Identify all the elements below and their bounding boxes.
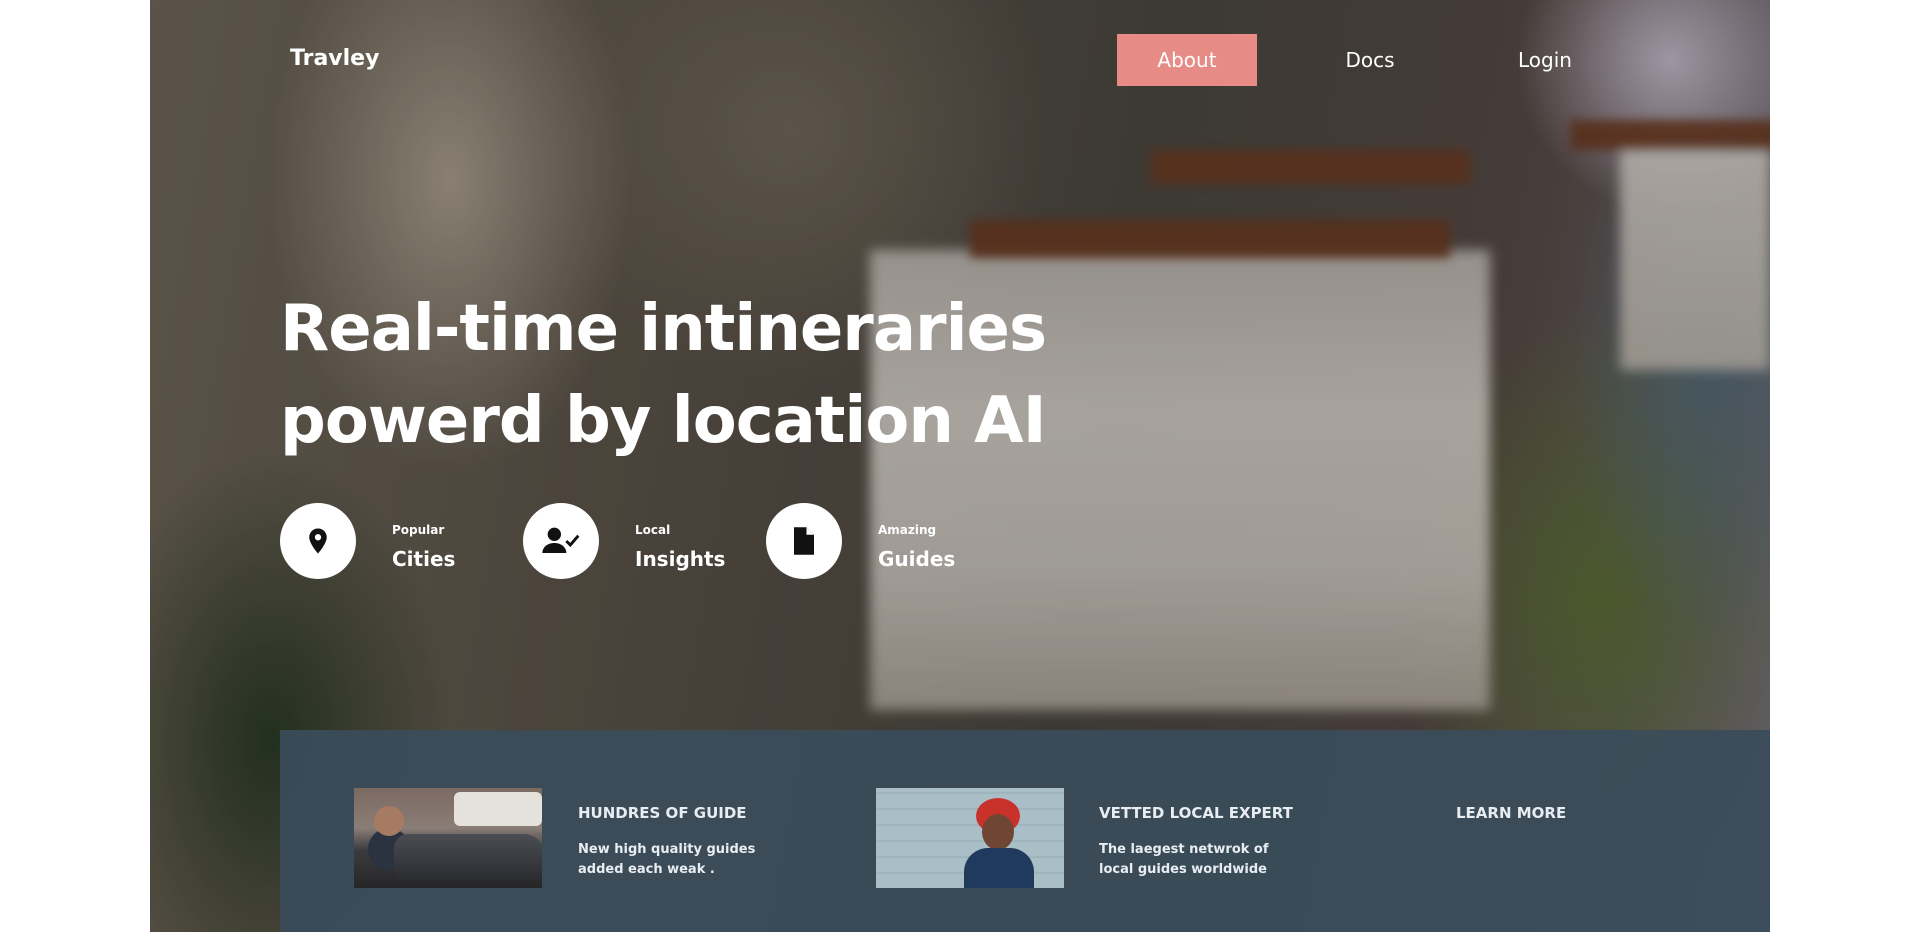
- feature-title: Cities: [392, 547, 456, 571]
- learn-more-link[interactable]: LEARN MORE: [1456, 804, 1566, 822]
- feature-caption: Popular: [392, 523, 445, 537]
- card-title: HUNDRES OF GUIDE: [578, 804, 747, 822]
- card-description: New high quality guides added each weak …: [578, 840, 778, 880]
- user-check-icon: [542, 527, 580, 553]
- feature-caption: Local: [635, 523, 671, 537]
- hero-headline-line-2: powerd by location AI: [280, 384, 1047, 458]
- brand-logo[interactable]: Travley: [290, 46, 379, 71]
- nav-about-button[interactable]: About: [1117, 34, 1257, 86]
- feature-icon-circle: [280, 503, 356, 579]
- hero-headline-line-1: Real-time intineraries: [280, 292, 1047, 366]
- local-expert-photo: [876, 788, 1064, 888]
- photo-shirt: [964, 848, 1034, 888]
- feature-icon-circle: [523, 503, 599, 579]
- nav-docs-link[interactable]: Docs: [1325, 34, 1415, 86]
- photo-person: [374, 806, 404, 836]
- document-icon: [794, 527, 814, 555]
- guide-photo: [354, 788, 542, 888]
- page: Travley About Docs Login Real-time intin…: [0, 0, 1920, 932]
- feature-caption: Amazing: [878, 523, 937, 537]
- feature-icon-circle: [766, 503, 842, 579]
- info-band: HUNDRES OF GUIDE New high quality guides…: [280, 730, 1770, 932]
- card-description: The laegest netwrok of local guides worl…: [1099, 840, 1299, 880]
- hero-headline: Real-time intineraries powerd by locatio…: [280, 283, 1180, 467]
- feature-title: Insights: [635, 547, 726, 571]
- card-description-line: The laegest netwrok of: [1099, 842, 1269, 857]
- card-description-line: local guides worldwide: [1099, 862, 1267, 877]
- feature-title: Guides: [878, 547, 956, 571]
- card-description-line: New high quality guides: [578, 842, 756, 857]
- location-pin-icon: [309, 528, 327, 554]
- card-description-line: added each weak .: [578, 862, 715, 877]
- photo-car: [394, 834, 542, 880]
- nav-login-link[interactable]: Login: [1495, 34, 1595, 86]
- card-title: VETTED LOCAL EXPERT: [1099, 804, 1293, 822]
- photo-roof-rack: [454, 792, 542, 826]
- photo-face: [982, 814, 1014, 850]
